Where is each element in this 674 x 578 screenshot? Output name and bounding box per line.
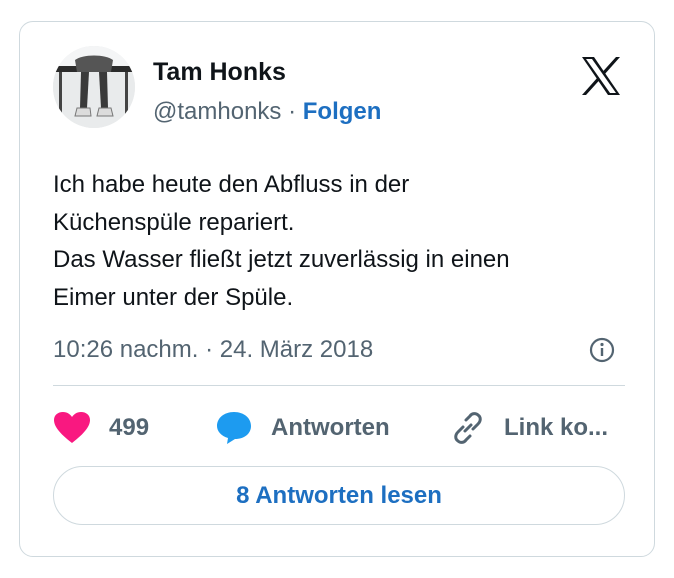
info-icon[interactable]: [589, 337, 615, 363]
tweet-line: Das Wasser fließt jetzt zuverlässig in e…: [53, 246, 510, 273]
read-replies-button[interactable]: 8 Antworten lesen: [53, 466, 625, 525]
likes-count: 499: [109, 414, 150, 441]
author-handle[interactable]: @tamhonks: [153, 98, 281, 125]
divider: [53, 385, 625, 386]
heart-icon: [54, 412, 90, 443]
reply-button[interactable]: Antworten: [215, 408, 390, 448]
x-logo-icon[interactable]: [580, 56, 622, 96]
avatar[interactable]: [53, 46, 135, 128]
tweet-line: Eimer unter der Spüle.: [53, 283, 294, 311]
author-name[interactable]: Tam Honks: [153, 58, 286, 87]
copy-link-label: Link ko...: [504, 414, 609, 441]
tweet-text: Ich habe heute den Abfluss in der Küchen…: [53, 166, 633, 316]
reply-label: Antworten: [271, 414, 390, 441]
like-button[interactable]: 499: [53, 408, 149, 448]
avatar-photo-icon: [53, 46, 135, 128]
tweet-line: Ich habe heute den Abfluss in der: [53, 171, 410, 198]
link-icon: [454, 412, 482, 444]
tweet-line: Küchenspüle repariert.: [53, 208, 295, 236]
follow-link[interactable]: Folgen: [303, 98, 382, 125]
handle-row: @tamhonks · Folgen: [153, 98, 381, 126]
separator-dot: ·: [288, 98, 297, 125]
tweet-timestamp[interactable]: 10:26 nachm. · 24. März 2018: [53, 336, 373, 364]
tweet-card: Tam Honks @tamhonks · Folgen Ich habe he…: [19, 21, 655, 557]
copy-link-button[interactable]: Link ko...: [450, 408, 608, 448]
reply-bubble-icon: [217, 412, 251, 444]
